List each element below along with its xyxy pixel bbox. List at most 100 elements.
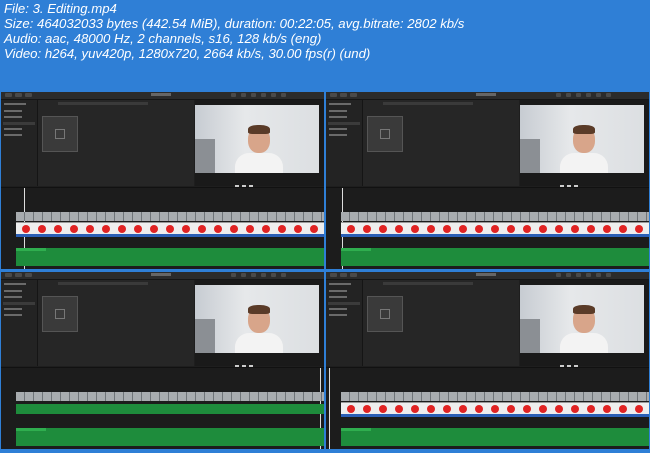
sidebar-line	[329, 103, 351, 105]
toolbar-button	[5, 93, 12, 97]
red-marker	[102, 225, 110, 233]
red-marker	[635, 405, 643, 413]
clip-thumbnail	[42, 116, 78, 152]
person-body	[560, 333, 608, 353]
toolbar-button	[350, 273, 357, 277]
red-marker	[379, 225, 387, 233]
sidebar-line	[4, 134, 22, 136]
red-marker	[571, 225, 579, 233]
red-marker	[619, 405, 627, 413]
sidebar-line	[4, 296, 22, 298]
library-sidebar	[326, 100, 363, 186]
media-browser	[38, 100, 194, 186]
background-shelf	[195, 139, 215, 173]
red-marker	[539, 405, 547, 413]
playback-controls	[235, 176, 285, 189]
file-name-text: File: 3. Editing.mp4	[4, 1, 117, 16]
red-marker	[619, 225, 627, 233]
red-marker	[54, 225, 62, 233]
red-marker	[411, 225, 419, 233]
toolbar-tool-icon	[586, 93, 591, 97]
video-viewer	[520, 280, 649, 369]
person-hair	[573, 305, 595, 314]
library-sidebar	[326, 280, 363, 366]
thumbnail-1	[1, 92, 324, 269]
app-toolbar	[326, 272, 649, 280]
red-marker	[571, 405, 579, 413]
red-marker	[411, 405, 419, 413]
video-filmstrip	[341, 392, 649, 401]
toolbar-button	[340, 273, 347, 277]
playhead	[329, 368, 330, 449]
toolbar-tool-icon	[556, 273, 561, 277]
red-marker	[214, 225, 222, 233]
red-marker	[278, 225, 286, 233]
toolbar-tool-icon	[606, 93, 611, 97]
red-marker	[363, 225, 371, 233]
toolbar-tool-icon	[261, 93, 266, 97]
toolbar-tool-icon	[271, 93, 276, 97]
video-info-text: Video: h264, yuv420p, 1280x720, 2664 kb/…	[4, 46, 371, 61]
toolbar-tool-icon	[596, 93, 601, 97]
red-marker	[310, 225, 318, 233]
red-marker	[427, 405, 435, 413]
library-sidebar	[1, 100, 38, 186]
red-marker	[118, 225, 126, 233]
background-shelf	[195, 319, 215, 353]
red-marker	[587, 225, 595, 233]
red-marker	[555, 405, 563, 413]
browser-tabs	[383, 282, 473, 285]
toolbar-tool-icon	[566, 273, 571, 277]
toolbar-tool-icon	[231, 273, 236, 277]
timeline	[326, 367, 649, 449]
red-marker	[603, 405, 611, 413]
red-marker	[475, 405, 483, 413]
toolbar-tool-icon	[251, 93, 256, 97]
sidebar-selection	[328, 122, 360, 125]
red-marker	[523, 225, 531, 233]
window-title-bar	[151, 273, 171, 276]
person-body	[235, 153, 283, 173]
person-hair	[248, 305, 270, 314]
video-viewer	[195, 100, 324, 189]
toolbar-button	[25, 273, 32, 277]
toolbar-tool-icon	[606, 273, 611, 277]
sidebar-line	[4, 290, 22, 292]
media-browser	[363, 280, 519, 366]
red-marker	[507, 405, 515, 413]
toolbar-button	[5, 273, 12, 277]
sidebar-line	[4, 308, 22, 310]
toolbar-tool-icon	[241, 93, 246, 97]
red-marker	[86, 225, 94, 233]
sidebar-line	[329, 128, 347, 130]
playback-controls	[235, 356, 285, 369]
timeline	[1, 367, 324, 449]
red-marker	[150, 225, 158, 233]
red-marker	[347, 225, 355, 233]
browser-tabs	[58, 282, 148, 285]
title-track	[16, 404, 324, 414]
red-marker	[555, 225, 563, 233]
red-marker	[70, 225, 78, 233]
video-frame	[195, 105, 319, 173]
red-marker	[395, 225, 403, 233]
window-title-bar	[476, 93, 496, 96]
person-body	[560, 153, 608, 173]
toolbar-button	[330, 93, 337, 97]
sidebar-line	[4, 128, 22, 130]
toolbar-button	[15, 273, 22, 277]
video-frame	[520, 285, 644, 353]
title-track	[341, 234, 649, 237]
person-hair	[248, 125, 270, 134]
media-browser	[38, 280, 194, 366]
sidebar-line	[329, 308, 347, 310]
toolbar-tool-icon	[231, 93, 236, 97]
timeline	[1, 187, 324, 269]
timeline	[326, 187, 649, 269]
toolbar-button	[25, 93, 32, 97]
playback-controls	[560, 356, 610, 369]
toolbar-tool-icon	[271, 273, 276, 277]
red-marker	[166, 225, 174, 233]
sidebar-selection	[3, 122, 35, 125]
sidebar-line	[329, 290, 347, 292]
